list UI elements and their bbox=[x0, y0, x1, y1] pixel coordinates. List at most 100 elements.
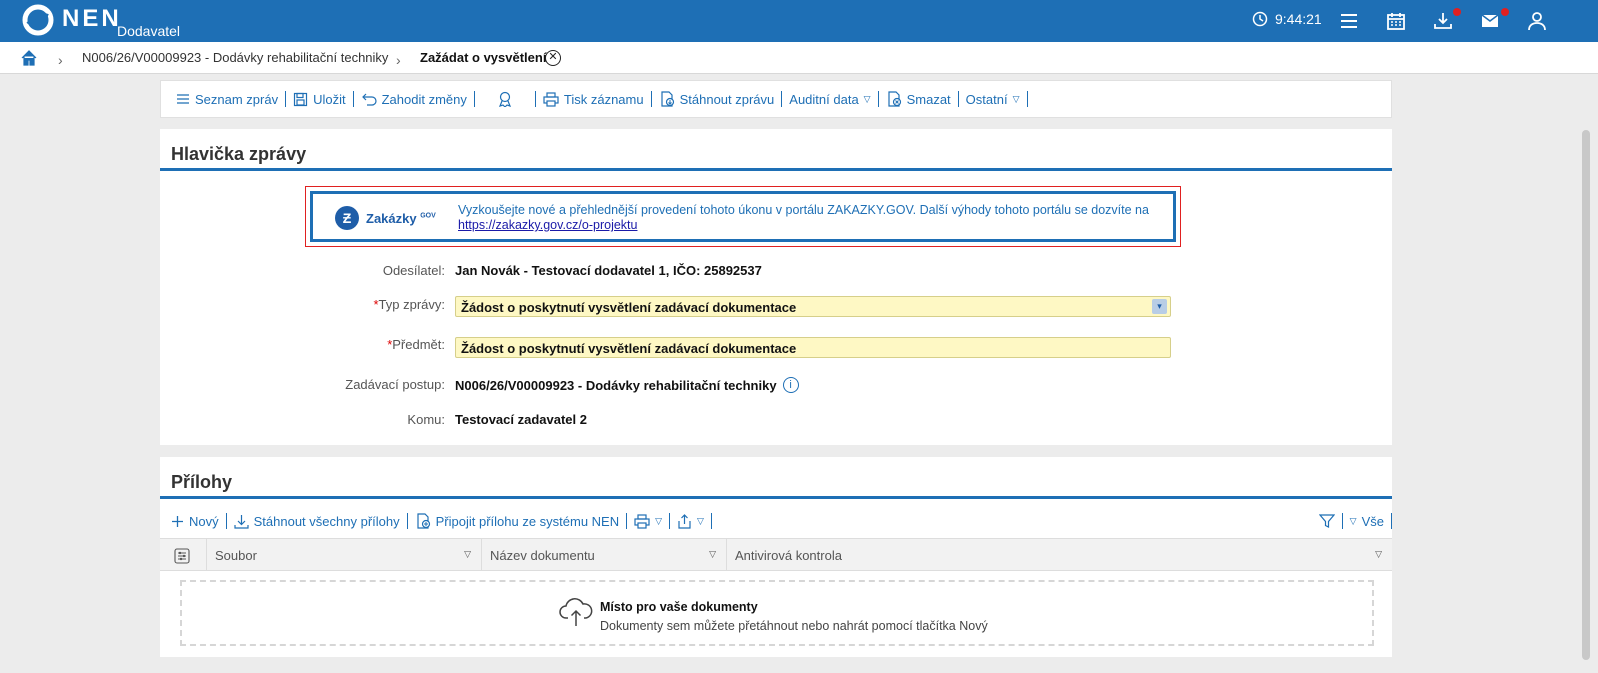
subject-label: *Předmět: bbox=[387, 337, 445, 352]
message-toolbar: Seznam zpráv Uložit Zahodit změny Tisk z… bbox=[160, 80, 1392, 118]
caret-down-icon[interactable]: ▽ bbox=[1375, 549, 1382, 560]
list-icon bbox=[177, 94, 189, 104]
calendar-icon[interactable] bbox=[1385, 10, 1407, 32]
column-document-name[interactable]: Název dokumentu ▽ bbox=[481, 539, 726, 570]
separator bbox=[710, 513, 712, 529]
column-antivirus-label: Antivirová kontrola bbox=[735, 548, 842, 563]
download-all-label: Stáhnout všechny přílohy bbox=[253, 513, 400, 529]
recipient-value: Testovací zadavatel 2 bbox=[455, 412, 587, 427]
column-settings-button[interactable] bbox=[160, 539, 206, 570]
clock-icon bbox=[1252, 11, 1268, 27]
mail-notification-dot bbox=[1501, 8, 1509, 16]
chevron-right-icon: › bbox=[396, 52, 401, 68]
delete-button[interactable]: Smazat bbox=[879, 91, 958, 107]
print-dropdown[interactable]: ▽ bbox=[627, 513, 669, 529]
zakazky-banner-inner: Ƶ Zakázky GOV Vyzkoušejte nové a přehled… bbox=[310, 191, 1176, 242]
filter-button[interactable] bbox=[1312, 513, 1342, 529]
plus-icon bbox=[172, 515, 183, 527]
filter-all-label: Vše bbox=[1361, 513, 1384, 529]
printer-icon bbox=[543, 91, 559, 107]
document-download-icon bbox=[660, 91, 674, 107]
attachments-title: Přílohy bbox=[160, 457, 1392, 499]
filter-icon bbox=[1318, 514, 1335, 528]
caret-down-icon: ▽ bbox=[1012, 93, 1020, 104]
attachments-grid-header: Soubor ▽ Název dokumentu ▽ Antivirová ko… bbox=[160, 538, 1392, 571]
clock-time: 9:44:21 bbox=[1275, 11, 1322, 27]
column-antivirus[interactable]: Antivirová kontrola ▽ bbox=[726, 539, 1392, 570]
other-label: Ostatní bbox=[965, 91, 1008, 107]
delete-label: Smazat bbox=[906, 91, 951, 107]
zakazky-brand-text: Zakázky bbox=[366, 210, 417, 226]
caret-down-icon[interactable]: ▽ bbox=[709, 549, 716, 560]
share-icon bbox=[678, 513, 691, 529]
sender-label: Odesílatel: bbox=[382, 263, 445, 278]
procedure-value-text[interactable]: N006/26/V00009923 - Dodávky rehabilitačn… bbox=[455, 378, 777, 393]
certificate-icon bbox=[498, 91, 511, 107]
user-icon[interactable] bbox=[1526, 10, 1548, 32]
discard-changes-button[interactable]: Zahodit změny bbox=[354, 92, 474, 107]
attach-from-nen-button[interactable]: Připojit přílohu ze systému NEN bbox=[408, 513, 627, 529]
zakazky-banner: Ƶ Zakázky GOV Vyzkoušejte nové a přehled… bbox=[305, 186, 1181, 247]
download-all-button[interactable]: Stáhnout všechny přílohy bbox=[227, 514, 407, 529]
message-list-button[interactable]: Seznam zpráv bbox=[169, 92, 285, 107]
downloads-icon[interactable] bbox=[1432, 10, 1454, 32]
top-bar: NEN Dodavatel 9:44:21 bbox=[0, 0, 1598, 42]
zakazky-brand-sup: GOV bbox=[420, 212, 436, 220]
export-dropdown[interactable]: ▽ bbox=[670, 513, 711, 529]
print-record-button[interactable]: Tisk záznamu bbox=[536, 92, 651, 107]
message-header-title: Hlavička zprávy bbox=[160, 129, 1392, 171]
download-message-label: Stáhnout zprávu bbox=[679, 91, 775, 107]
downloads-notification-dot bbox=[1453, 8, 1461, 16]
chevron-down-icon[interactable]: ▾ bbox=[1152, 299, 1167, 314]
new-attachment-label: Nový bbox=[189, 513, 219, 529]
save-label: Uložit bbox=[313, 91, 346, 107]
banner-link[interactable]: https://zakazky.gov.cz/o-projektu bbox=[458, 218, 637, 232]
caret-down-icon: ▽ bbox=[655, 515, 663, 526]
home-icon[interactable] bbox=[20, 49, 38, 67]
print-record-label: Tisk záznamu bbox=[563, 91, 644, 107]
audit-data-dropdown[interactable]: Auditní data ▽ bbox=[782, 92, 877, 107]
new-attachment-button[interactable]: Nový bbox=[164, 514, 226, 529]
page-scrollbar[interactable] bbox=[1582, 130, 1590, 660]
message-header-panel: Hlavička zprávy Ƶ Zakázky GOV Vyzkoušejt… bbox=[160, 129, 1392, 445]
column-file[interactable]: Soubor ▽ bbox=[206, 539, 481, 570]
subject-label-text: Předmět: bbox=[392, 337, 445, 352]
message-type-select[interactable]: Žádost o poskytnutí vysvětlení zadávací … bbox=[455, 296, 1171, 317]
filter-all-dropdown[interactable]: ▽ Vše bbox=[1343, 514, 1391, 529]
attach-document-icon bbox=[417, 513, 430, 529]
column-document-name-label: Název dokumentu bbox=[490, 548, 595, 563]
banner-message: Vyzkoušejte nové a přehlednější proveden… bbox=[458, 203, 1149, 217]
other-dropdown[interactable]: Ostatní ▽ bbox=[959, 92, 1027, 107]
file-drop-zone[interactable]: Místo pro vaše dokumenty Dokumenty sem m… bbox=[180, 580, 1374, 646]
logo-text: NEN bbox=[62, 5, 122, 32]
download-message-button[interactable]: Stáhnout zprávu bbox=[652, 91, 782, 107]
mail-icon[interactable] bbox=[1479, 10, 1501, 32]
message-type-label: *Typ zprávy: bbox=[373, 297, 445, 312]
recipient-label: Komu: bbox=[407, 412, 445, 427]
zakazky-logo-icon: Ƶ bbox=[335, 206, 359, 230]
column-file-label: Soubor bbox=[215, 548, 257, 563]
save-icon bbox=[293, 92, 308, 106]
menu-icon[interactable] bbox=[1338, 10, 1360, 32]
info-icon[interactable]: i bbox=[782, 377, 799, 393]
drop-zone-subtitle: Dokumenty sem můžete přetáhnout nebo nah… bbox=[600, 619, 988, 633]
settings-sliders-icon bbox=[174, 548, 190, 564]
undo-icon bbox=[361, 93, 377, 106]
caret-down-icon[interactable]: ▽ bbox=[464, 549, 471, 560]
nen-logo-icon[interactable] bbox=[22, 4, 54, 36]
procedure-label: Zadávací postup: bbox=[345, 377, 445, 392]
cloud-upload-icon bbox=[559, 596, 593, 628]
drop-zone-title: Místo pro vaše dokumenty bbox=[600, 600, 758, 614]
zakazky-logo[interactable]: Ƶ Zakázky GOV bbox=[335, 206, 436, 230]
attach-from-nen-label: Připojit přílohu ze systému NEN bbox=[435, 513, 620, 529]
breadcrumb-procedure[interactable]: N006/26/V00009923 - Dodávky rehabilitačn… bbox=[82, 50, 388, 65]
certificate-button[interactable] bbox=[475, 91, 535, 107]
procedure-value: N006/26/V00009923 - Dodávky rehabilitačn… bbox=[455, 377, 799, 393]
subject-input[interactable]: Žádost o poskytnutí vysvětlení zadávací … bbox=[455, 337, 1171, 358]
separator bbox=[1391, 513, 1392, 529]
close-icon[interactable]: ✕ bbox=[545, 50, 561, 66]
save-button[interactable]: Uložit bbox=[286, 92, 353, 107]
audit-data-label: Auditní data bbox=[789, 91, 859, 107]
document-delete-icon bbox=[887, 91, 901, 107]
chevron-right-icon: › bbox=[58, 52, 63, 68]
